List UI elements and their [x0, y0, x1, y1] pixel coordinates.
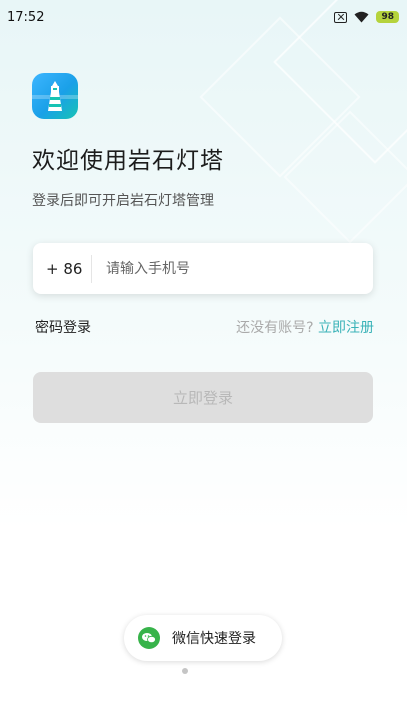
password-login-link[interactable]: 密码登录	[35, 317, 91, 337]
page-title: 欢迎使用岩石灯塔	[32, 148, 224, 174]
status-bar: 17:52 98	[0, 0, 407, 34]
register-link[interactable]: 立即注册	[318, 320, 374, 336]
country-code-selector[interactable]: + 86	[33, 260, 91, 278]
sim-disabled-icon	[334, 11, 348, 23]
login-button[interactable]: 立即登录	[33, 372, 373, 423]
wechat-login-label: 微信快速登录	[172, 631, 256, 647]
wifi-icon	[354, 11, 369, 23]
app-logo	[32, 73, 78, 119]
wechat-login-button[interactable]: 微信快速登录	[124, 615, 282, 661]
lighthouse-icon	[32, 81, 78, 111]
battery-indicator: 98	[376, 11, 399, 23]
status-icons: 98	[334, 11, 399, 23]
phone-input-group: + 86	[33, 242, 373, 295]
status-time: 17:52	[7, 9, 45, 25]
wechat-icon	[138, 627, 160, 649]
phone-number-input[interactable]	[92, 242, 373, 295]
page-subtitle: 登录后即可开启岩石灯塔管理	[32, 193, 214, 209]
page-indicator-dot	[182, 668, 188, 674]
register-prompt: 还没有账号? 立即注册	[236, 317, 374, 337]
no-account-text: 还没有账号?	[236, 320, 314, 336]
